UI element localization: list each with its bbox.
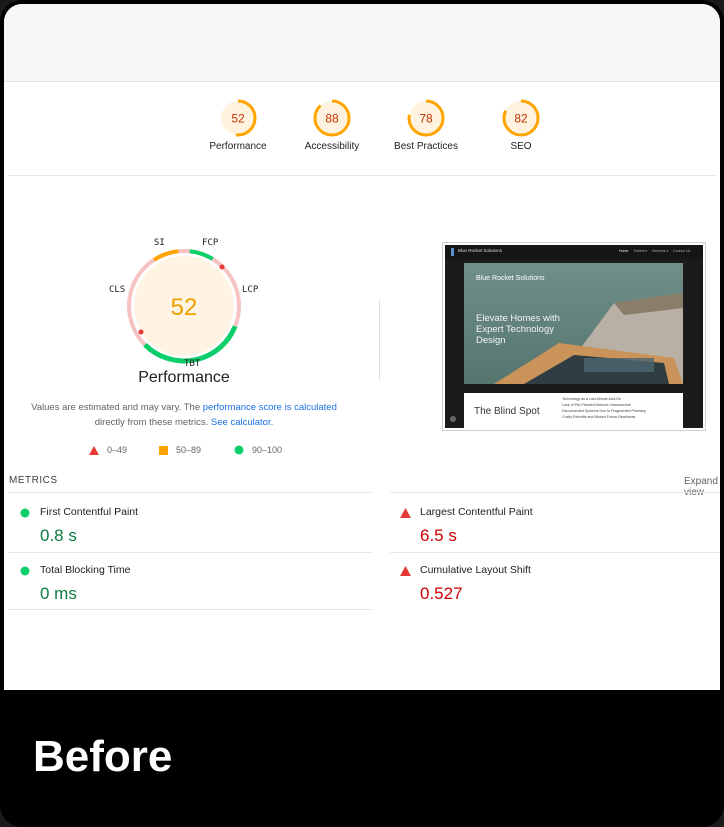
screenshot-site: Blue Rocket Solutions Home Partners Serv…	[445, 245, 703, 428]
score-gauge-icon: 78	[407, 99, 445, 137]
gauge-label-fcp: FCP	[202, 238, 219, 248]
blind-spot-line: Disconnected Systems Due to Fragmented P…	[562, 409, 646, 413]
score-label: Best Practices	[394, 141, 458, 152]
square-icon	[159, 445, 168, 455]
metric-value: 0 ms	[40, 584, 77, 603]
site-logo-icon	[451, 248, 454, 256]
see-calculator-link[interactable]: See calculator.	[211, 417, 273, 428]
score-label: SEO	[510, 141, 532, 152]
legend-average: 50–89	[159, 445, 201, 455]
score-gauge-icon: 82	[502, 99, 540, 137]
metrics-divider	[390, 552, 720, 553]
score-calculated-link[interactable]: performance score is calculated	[203, 402, 337, 413]
hero-headline: Elevate Homes with Expert Technology Des…	[476, 313, 560, 346]
comparison-card: 52 Performance 88 Accessibility 78 Best	[0, 0, 724, 827]
fail-triangle-icon	[400, 508, 411, 518]
metric-name: Total Blocking Time	[40, 564, 131, 576]
triangle-icon	[89, 445, 99, 455]
metrics-divider	[8, 492, 372, 493]
metrics-divider	[390, 492, 720, 493]
blind-spot-line: Lack of Pre-Planned Network Infrastructu…	[562, 403, 631, 407]
section-divider	[8, 175, 716, 176]
svg-text:88: 88	[325, 112, 339, 126]
score-gauge-icon: 52	[219, 99, 257, 137]
metric-name: Largest Contentful Paint	[420, 506, 533, 518]
category-scores: 52 Performance 88 Accessibility 78 Best	[4, 98, 720, 170]
metric-value: 6.5 s	[420, 526, 457, 545]
site-brand: Blue Rocket Solutions	[458, 248, 503, 253]
site-nav-item: Home	[619, 249, 629, 253]
metric-value: 0.527	[420, 584, 463, 603]
metrics-divider	[8, 552, 372, 553]
svg-text:52: 52	[171, 294, 198, 321]
gauge-label-tbt: TBT	[184, 359, 201, 369]
expand-view-toggle[interactable]: Expand view	[684, 476, 720, 498]
score-seo[interactable]: 82 SEO	[466, 98, 576, 152]
metrics-divider	[8, 609, 372, 610]
score-best-practices[interactable]: 78 Best Practices	[371, 98, 481, 152]
svg-text:52: 52	[231, 112, 245, 126]
circle-icon	[234, 445, 244, 455]
hero-brand: Blue Rocket Solutions	[476, 275, 545, 282]
legend-fail: 0–49	[89, 445, 127, 455]
blind-spot-title: The Blind Spot	[474, 406, 540, 417]
site-navbar: Blue Rocket Solutions Home Partners Serv…	[445, 245, 703, 259]
lighthouse-report: 52 Performance 88 Accessibility 78 Best	[4, 4, 720, 690]
gauge-label-si: SI	[154, 238, 165, 248]
svg-text:82: 82	[514, 112, 528, 126]
metrics-header: METRICS	[9, 475, 58, 486]
metric-value: 0.8 s	[40, 526, 77, 545]
estimate-note: Values are estimated and may vary. The p…	[31, 402, 337, 428]
final-screenshot[interactable]: Blue Rocket Solutions Home Partners Serv…	[442, 242, 706, 431]
pass-circle-icon	[20, 566, 30, 576]
before-caption: Before	[33, 732, 173, 781]
pass-circle-icon	[20, 508, 30, 518]
blind-spot-line: Technology as a Last-Minute Add-On	[562, 397, 621, 401]
vertical-separator	[379, 300, 380, 380]
legend-pass: 90–100	[234, 445, 282, 455]
metric-name: First Contentful Paint	[40, 506, 139, 518]
blind-spot-line: Costly Retrofits and Missed Future-Readi…	[562, 415, 636, 419]
svg-text:78: 78	[419, 112, 433, 126]
score-gauge-icon: 88	[313, 99, 351, 137]
gauge-label-cls: CLS	[109, 285, 126, 295]
site-nav-item: Contact Us	[673, 249, 691, 253]
gauge-label-lcp: LCP	[242, 285, 259, 295]
chat-bubble-icon[interactable]	[450, 416, 456, 422]
metric-name: Cumulative Layout Shift	[420, 564, 531, 576]
performance-gauge: 52	[127, 249, 241, 364]
site-nav-item: Services ▾	[652, 249, 669, 253]
report-topbar	[4, 4, 720, 82]
site-nav-item: Partners	[634, 249, 648, 253]
performance-title: Performance	[138, 369, 230, 386]
hero-image: Blue Rocket Solutions Elevate Homes with…	[464, 263, 683, 384]
fail-triangle-icon	[400, 566, 411, 576]
blind-spot-section: The Blind Spot Technology as a Last-Minu…	[464, 393, 683, 428]
